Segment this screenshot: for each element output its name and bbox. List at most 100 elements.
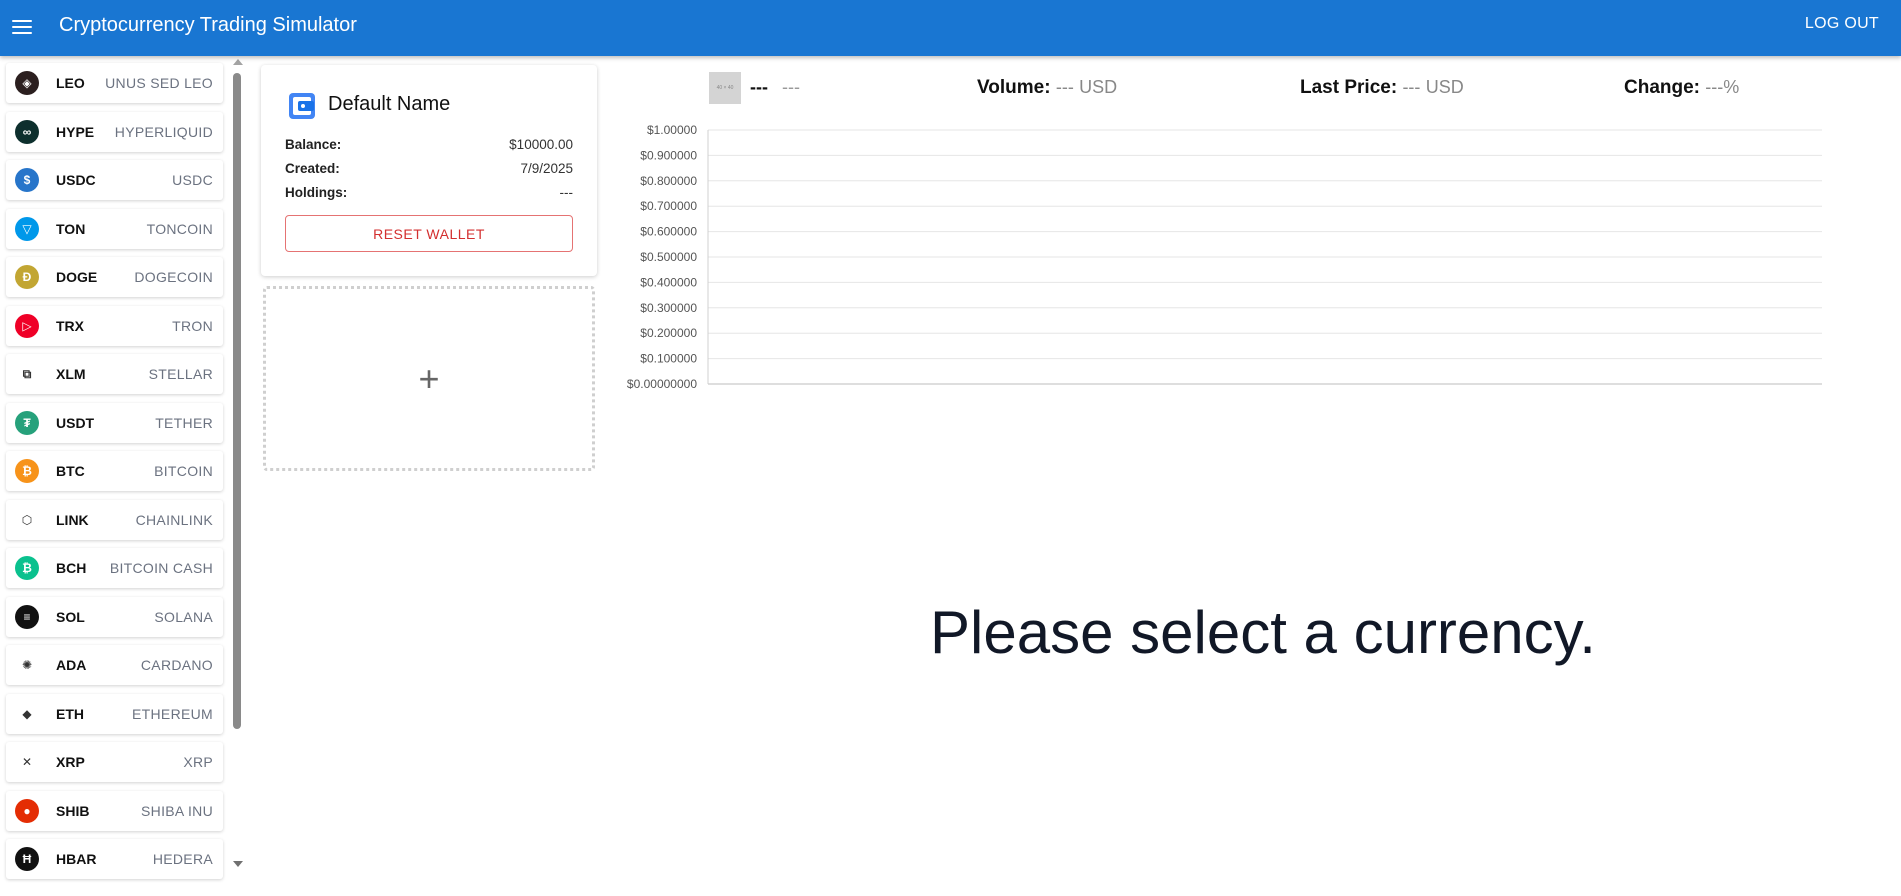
link-coin-icon: ⬡ [15, 507, 39, 532]
coin-name: SHIBA INU [141, 802, 213, 819]
last-price-stat: Last Price: --- USD [1300, 77, 1464, 99]
coin-symbol: SHIB [56, 802, 90, 819]
wallet-name: Default Name [328, 93, 451, 115]
currency-stats-bar: 40 × 40 --- --- Volume: --- USD Last Pri… [600, 70, 1880, 110]
coin-symbol: LEO [56, 75, 85, 91]
created-label: Created: [285, 161, 340, 176]
coin-item-btc[interactable]: ₿ BTC BITCOIN [6, 451, 223, 491]
coin-item-usdt[interactable]: ₮ USDT TETHER [6, 402, 223, 443]
y-tick-label: $0.600000 [640, 225, 697, 239]
trx-coin-icon: ▷ [15, 313, 39, 338]
coin-symbol: DOGE [56, 269, 98, 285]
currency-name: --- [782, 77, 800, 97]
coin-item-ada[interactable]: ✺ ADA CARDANO [6, 645, 223, 685]
coin-name: ETHEREUM [132, 705, 213, 722]
coin-item-xlm[interactable]: ⧉ XLM STELLAR [6, 354, 223, 394]
coin-symbol: TON [56, 220, 86, 237]
plus-icon: + [418, 357, 440, 399]
y-tick-label: $0.300000 [640, 301, 697, 315]
last-price-unit: USD [1425, 77, 1464, 97]
volume-unit: USD [1079, 77, 1118, 97]
last-price-value: --- [1402, 77, 1421, 97]
coin-symbol: ETH [56, 705, 84, 722]
coin-name: CARDANO [140, 657, 213, 673]
scroll-up-arrow-icon[interactable] [233, 59, 243, 65]
coin-item-leo[interactable]: ◈ LEO UNUS SED LEO [6, 63, 223, 103]
coin-item-usdc[interactable]: $ USDC USDC [6, 160, 223, 200]
coin-name: USDC [172, 172, 213, 188]
coin-name: XRP [183, 754, 213, 770]
coin-name: UNUS SED LEO [105, 75, 213, 91]
balance-label: Balance: [285, 137, 342, 152]
coin-item-bch[interactable]: ₿ BCH BITCOIN CASH [6, 548, 223, 588]
reset-wallet-button[interactable]: RESET WALLET [285, 215, 573, 252]
usdt-coin-icon: ₮ [15, 410, 39, 435]
volume-label: Volume: [977, 77, 1051, 98]
coin-name: TONCOIN [146, 220, 213, 237]
coin-symbol: TRX [56, 317, 84, 334]
coin-item-hype[interactable]: ∞ HYPE HYPERLIQUID [6, 111, 223, 152]
change-label: Change: [1624, 77, 1700, 98]
doge-coin-icon: Ð [15, 265, 39, 289]
y-tick-label: $0.500000 [640, 250, 697, 264]
hbar-coin-icon: Ħ [15, 847, 39, 871]
y-tick-label: $0.200000 [640, 326, 697, 340]
coin-item-xrp[interactable]: ✕ XRP XRP [6, 742, 223, 782]
coin-symbol: XLM [56, 366, 86, 382]
scroll-down-arrow-icon[interactable] [233, 861, 243, 867]
ada-coin-icon: ✺ [15, 653, 39, 677]
coin-symbol: XRP [56, 754, 85, 770]
coin-symbol: BCH [56, 560, 87, 576]
coin-item-doge[interactable]: Ð DOGE DOGECOIN [6, 257, 223, 297]
created-value: 7/9/2025 [520, 161, 573, 176]
coin-item-sol[interactable]: ≡ SOL SOLANA [6, 596, 223, 637]
coin-name: BITCOIN [154, 463, 213, 479]
coin-symbol: ADA [56, 657, 87, 673]
coin-item-trx[interactable]: ▷ TRX TRON [6, 305, 223, 346]
hype-coin-icon: ∞ [15, 119, 39, 144]
coin-symbol: USDC [56, 172, 96, 188]
wallet-icon [289, 93, 315, 119]
coin-item-hbar[interactable]: Ħ HBAR HEDERA [6, 839, 223, 879]
coin-symbol: BTC [56, 463, 85, 479]
coin-name: CHAINLINK [135, 511, 213, 528]
coin-symbol: LINK [56, 511, 89, 528]
coin-name: BITCOIN CASH [109, 560, 213, 576]
coin-item-eth[interactable]: ◆ ETH ETHEREUM [6, 693, 223, 734]
coin-name: STELLAR [148, 366, 213, 382]
app-title: Cryptocurrency Trading Simulator [59, 14, 357, 36]
volume-value: --- [1055, 77, 1074, 97]
y-tick-label: $0.00000000 [627, 377, 697, 391]
sidebar-scrollbar[interactable] [230, 57, 244, 875]
xrp-coin-icon: ✕ [15, 750, 39, 774]
coin-item-ton[interactable]: ▽ TON TONCOIN [6, 208, 223, 249]
coin-item-link[interactable]: ⬡ LINK CHAINLINK [6, 499, 223, 540]
coin-symbol: USDT [56, 414, 95, 431]
coin-name: TRON [172, 317, 213, 334]
price-chart: $1.00000 $0.900000 $0.800000 $0.700000 $0.60… [627, 123, 1822, 391]
y-tick-label: $0.400000 [640, 275, 697, 289]
y-tick-label: $1.00000 [647, 123, 697, 137]
coin-symbol: HYPE [56, 123, 95, 140]
menu-icon[interactable] [12, 16, 34, 40]
scroll-thumb[interactable] [233, 73, 241, 729]
holdings-label: Holdings: [285, 185, 348, 200]
coin-name: TETHER [155, 414, 213, 431]
change-value: ---% [1705, 77, 1740, 97]
coin-name: HYPERLIQUID [114, 123, 213, 140]
bch-coin-icon: ₿ [15, 556, 39, 580]
select-currency-message: Please select a currency. [930, 599, 1596, 666]
y-tick-label: $0.900000 [640, 148, 697, 162]
ton-coin-icon: ▽ [15, 216, 39, 241]
coin-symbol: SOL [56, 608, 85, 625]
add-wallet-button[interactable]: + [263, 286, 595, 471]
xlm-coin-icon: ⧉ [15, 362, 39, 386]
shib-coin-icon: ● [15, 798, 39, 823]
app-bar: Cryptocurrency Trading Simulator LOG OUT [0, 0, 1901, 56]
coin-name: DOGECOIN [134, 269, 213, 285]
logout-button[interactable]: LOG OUT [1805, 15, 1879, 33]
coin-sidebar: ◈ LEO UNUS SED LEO ∞ HYPE HYPERLIQUID $ USDC USD… [0, 57, 244, 896]
usdc-coin-icon: $ [15, 168, 39, 192]
volume-stat: Volume: --- USD [977, 77, 1117, 99]
coin-item-shib[interactable]: ● SHIB SHIBA INU [6, 790, 223, 831]
